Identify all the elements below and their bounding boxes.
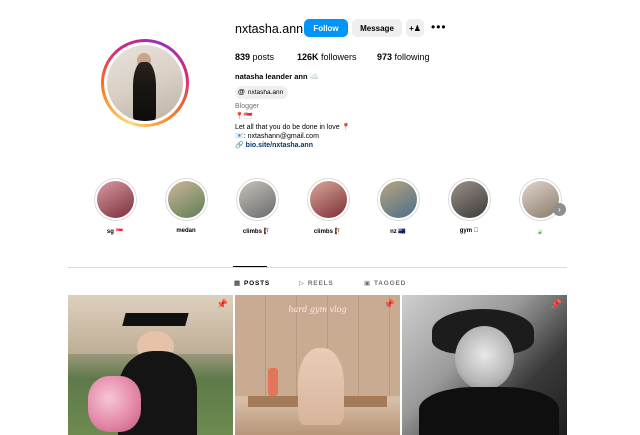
tabs-divider bbox=[68, 267, 567, 268]
username: nxtasha.ann bbox=[235, 22, 304, 36]
tab-tagged-label: TAGGED bbox=[373, 279, 407, 287]
bio-quote: Let all that you do be done in love 📍 bbox=[235, 124, 351, 131]
link-icon: 🔗 bbox=[235, 142, 244, 149]
story-highlight[interactable]: climbs 🧗🏻 bbox=[303, 178, 353, 235]
highlight-ring bbox=[235, 178, 279, 221]
full-name: natasha leander ann ☁️ bbox=[235, 72, 319, 81]
pin-icon: 📌 bbox=[550, 299, 562, 309]
threads-handle: nxtasha.ann bbox=[247, 89, 284, 96]
grid-icon: ▦ bbox=[234, 280, 241, 287]
active-tab-indicator bbox=[233, 266, 267, 267]
highlight-label: climbs 🧗🏻 bbox=[313, 229, 343, 235]
highlight-label: climbs 🧗🏻 bbox=[242, 229, 272, 235]
highlight-ring bbox=[306, 178, 350, 221]
story-highlight[interactable]: gym 🏻 bbox=[444, 178, 494, 234]
highlight-label: 🍃 bbox=[536, 229, 544, 235]
post-shirt bbox=[418, 387, 559, 435]
avatar-figure bbox=[132, 61, 156, 121]
pin-icon: 📌 bbox=[216, 299, 228, 309]
post-tile[interactable]: 📌 bbox=[402, 295, 567, 435]
highlight-cover bbox=[379, 181, 417, 218]
highlight-ring bbox=[93, 178, 137, 221]
more-options-icon[interactable]: ••• bbox=[431, 20, 447, 34]
post-caption-overlay: hard gym vlog bbox=[288, 305, 347, 314]
post-face bbox=[454, 325, 515, 391]
highlight-cover bbox=[167, 181, 205, 218]
tab-reels[interactable]: ▷ REELS bbox=[299, 279, 334, 288]
story-highlight[interactable]: nz 🇳🇿 bbox=[373, 178, 423, 235]
avatar-border bbox=[104, 42, 186, 124]
followers-count-value: 126K bbox=[297, 52, 319, 62]
following-count-value: 973 bbox=[377, 52, 393, 62]
story-highlight[interactable]: sg 🇸🇬 bbox=[90, 178, 140, 235]
highlight-label: gym 🏻 bbox=[459, 228, 479, 234]
tab-posts[interactable]: ▦ POSTS bbox=[234, 279, 270, 288]
flower-bouquet bbox=[87, 376, 141, 433]
post-tile[interactable]: 📌 bbox=[68, 295, 233, 435]
post-figure bbox=[297, 348, 344, 426]
bio-location: 📍🇸🇬 bbox=[235, 113, 253, 120]
reels-icon: ▷ bbox=[299, 280, 305, 287]
highlight-cover bbox=[96, 181, 134, 218]
tab-posts-label: POSTS bbox=[243, 279, 270, 287]
highlights-next-arrow-icon[interactable]: › bbox=[553, 203, 566, 216]
highlight-cover bbox=[450, 181, 488, 218]
bio-email: 📧: nxtashann@gmail.com bbox=[235, 133, 319, 140]
graduation-cap bbox=[122, 313, 189, 326]
threads-icon: @ bbox=[238, 89, 245, 96]
suggest-users-button[interactable]: +♟ bbox=[406, 19, 424, 37]
message-button[interactable]: Message bbox=[352, 19, 402, 37]
profile-avatar-story-ring[interactable] bbox=[101, 39, 189, 127]
profile-category: Blogger bbox=[235, 103, 260, 110]
highlight-ring bbox=[376, 178, 420, 221]
name-emoji: ☁️ bbox=[309, 72, 319, 81]
tab-reels-label: REELS bbox=[307, 279, 334, 287]
tagged-icon: ▣ bbox=[364, 280, 371, 287]
highlight-ring bbox=[164, 178, 208, 221]
bio-link[interactable]: 🔗 bio.site/nxtasha.ann bbox=[235, 141, 313, 149]
tab-tagged[interactable]: ▣ TAGGED bbox=[364, 279, 407, 288]
highlight-ring bbox=[447, 178, 491, 221]
posts-count: 839 posts bbox=[235, 52, 274, 62]
add-user-icon: +♟ bbox=[409, 23, 421, 33]
threads-badge[interactable]: @ nxtasha.ann bbox=[235, 86, 289, 99]
posts-count-label: posts bbox=[252, 52, 275, 62]
highlight-cover bbox=[238, 181, 276, 218]
follow-button[interactable]: Follow bbox=[304, 19, 348, 37]
story-highlight[interactable]: climbs 🧗🏻 bbox=[232, 178, 282, 235]
story-highlight[interactable]: medan bbox=[161, 178, 211, 234]
bio-link-text: bio.site/nxtasha.ann bbox=[245, 142, 313, 149]
highlight-cover bbox=[309, 181, 347, 218]
pin-icon: 📌 bbox=[383, 299, 395, 309]
posts-count-value: 839 bbox=[235, 52, 251, 62]
avatar bbox=[107, 45, 183, 121]
followers-count-label: followers bbox=[321, 52, 357, 62]
full-name-text: natasha leander ann bbox=[235, 72, 308, 81]
post-tile[interactable]: hard gym vlog 📌 bbox=[235, 295, 400, 435]
following-count-label: following bbox=[394, 52, 430, 62]
following-count[interactable]: 973 following bbox=[377, 52, 430, 62]
highlight-label: sg 🇸🇬 bbox=[106, 229, 124, 235]
highlight-label: medan bbox=[176, 228, 196, 234]
followers-count[interactable]: 126K followers bbox=[297, 52, 357, 62]
highlight-label: nz 🇳🇿 bbox=[390, 229, 406, 235]
post-bottle bbox=[268, 367, 278, 396]
